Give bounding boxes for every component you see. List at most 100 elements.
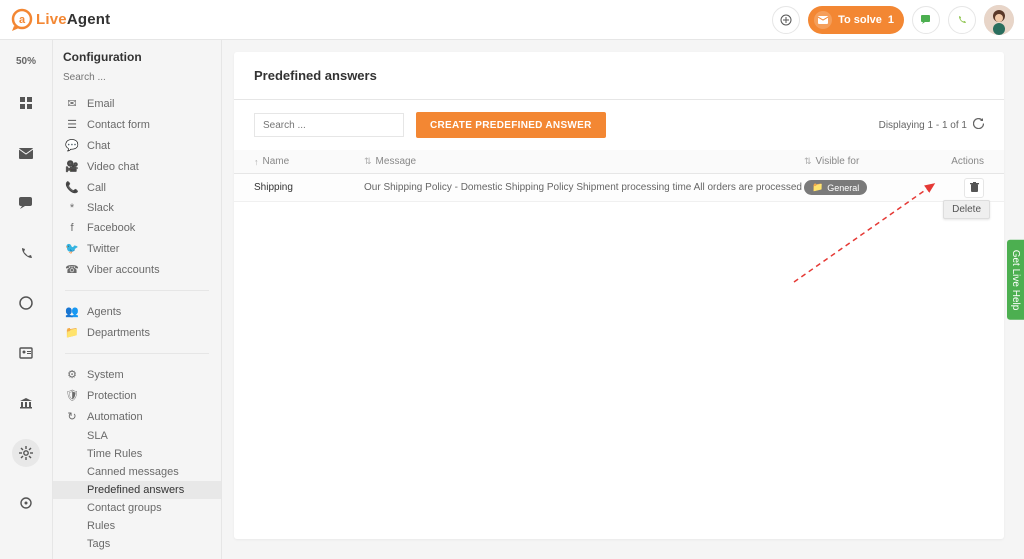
cfg-item-twitter[interactable]: 🐦 Twitter xyxy=(53,238,221,259)
user-avatar[interactable] xyxy=(984,5,1014,35)
create-button[interactable]: CREATE PREDEFINED ANSWER xyxy=(416,112,606,138)
chat-icon xyxy=(921,15,931,25)
contact-icon xyxy=(19,347,33,359)
rail-calls[interactable] xyxy=(12,239,40,267)
cfg-item-label: Email xyxy=(87,98,115,110)
config-scroll[interactable]: ✉ Email ☰ Contact form 💬Chat 🎥 Video chat 📞 Call… xyxy=(53,93,221,559)
cell-name: Shipping xyxy=(254,182,364,193)
cfg-item-chat[interactable]: 💬Chat xyxy=(53,135,221,156)
folder-icon: 📁 xyxy=(812,182,823,193)
col-name[interactable]: ↑Name xyxy=(254,156,364,167)
toolbar: CREATE PREDEFINED ANSWER Displaying 1 - … xyxy=(234,100,1004,150)
bank-icon xyxy=(19,397,33,409)
cfg-item-label: Video chat xyxy=(87,161,139,173)
cfg-item-automation[interactable]: ↻ Automation xyxy=(53,406,221,427)
config-panel: Configuration ✉Email☰Contact form💬Chat🎥V… xyxy=(52,40,222,559)
delete-tooltip: Delete xyxy=(943,200,990,219)
dept-icon: 📁 xyxy=(65,326,79,339)
call-status-button[interactable] xyxy=(948,6,976,34)
phone-icon xyxy=(957,15,967,25)
cfg-item-slack[interactable]: *Slack xyxy=(53,198,221,218)
cfg-item-protection[interactable]: 🛡Protection xyxy=(53,385,221,406)
cfg-sub-canned-messages[interactable]: Canned messages xyxy=(53,463,221,481)
paging-text: Displaying 1 - 1 of 1 xyxy=(879,120,967,131)
delete-button[interactable] xyxy=(964,178,984,198)
trash-icon xyxy=(970,182,979,193)
rail-extensions[interactable] xyxy=(12,489,40,517)
cfg-sub-predefined-answers[interactable]: Predefined answers xyxy=(53,481,221,499)
cfg-item-label: System xyxy=(87,369,124,381)
main-area: Predefined answers CREATE PREDEFINED ANS… xyxy=(222,40,1016,551)
cfg-item-system[interactable]: ⚙ System xyxy=(53,364,221,385)
cfg-item-contact-form[interactable]: ☰ Contact form xyxy=(53,114,221,135)
col-visible[interactable]: ⇅Visible for xyxy=(804,156,924,167)
cfg-item-label: Call xyxy=(87,182,106,194)
rail-configuration[interactable] xyxy=(12,439,40,467)
rail-dashboard[interactable] xyxy=(12,89,40,117)
rail-chats[interactable] xyxy=(12,189,40,217)
cfg-item-label: Twitter xyxy=(87,243,119,255)
cfg-sub-contact-groups[interactable]: Contact groups xyxy=(53,499,221,517)
cfg-sub-time-rules[interactable]: Time Rules xyxy=(53,445,221,463)
col-actions: Actions xyxy=(924,156,984,167)
cfg-item-label: Departments xyxy=(87,327,150,339)
gear-icon: ⚙ xyxy=(65,368,79,381)
search-input[interactable] xyxy=(254,113,404,137)
agents-icon: 👥 xyxy=(65,305,79,318)
cfg-item-email[interactable]: ✉ Email xyxy=(53,93,221,114)
refresh-icon[interactable] xyxy=(973,118,984,132)
rail-kb[interactable] xyxy=(12,389,40,417)
plus-circle-icon xyxy=(780,14,792,26)
left-rail: 50% xyxy=(0,40,52,559)
cell-actions xyxy=(924,178,984,198)
logo[interactable]: a LiveAgent xyxy=(10,8,110,32)
mail-icon: ✉ xyxy=(65,97,79,110)
cfg-item-video-chat[interactable]: 🎥 Video chat xyxy=(53,156,221,177)
cfg-sub-tags[interactable]: Tags xyxy=(53,535,221,553)
cfg-sub-sla[interactable]: SLA xyxy=(53,427,221,445)
cfg-item-label: Protection xyxy=(87,390,137,402)
rail-reports[interactable] xyxy=(12,289,40,317)
cfg-item-facebook[interactable]: fFacebook xyxy=(53,218,221,238)
logo-text: LiveAgent xyxy=(36,11,110,28)
cfg-item-label: Contact form xyxy=(87,119,150,131)
cfg-item-label: Automation xyxy=(87,411,143,423)
rail-tickets[interactable] xyxy=(12,139,40,167)
call-icon: 📞 xyxy=(65,181,79,194)
cfg-item-label: Agents xyxy=(87,306,121,318)
cfg-item-agents[interactable]: 👥 Agents xyxy=(53,301,221,322)
envelope-icon xyxy=(814,11,832,29)
config-search-input[interactable] xyxy=(63,68,211,87)
cfg-item-departments[interactable]: 📁 Departments xyxy=(53,322,221,343)
circle-icon xyxy=(19,296,33,310)
tw-icon: 🐦 xyxy=(65,242,79,255)
paging: Displaying 1 - 1 of 1 xyxy=(879,118,984,132)
setup-percent[interactable]: 50% xyxy=(16,56,36,67)
auto-icon: ↻ xyxy=(65,410,79,423)
add-button[interactable] xyxy=(772,6,800,34)
to-solve-button[interactable]: To solve 1 xyxy=(808,6,904,34)
to-solve-label: To solve xyxy=(838,14,882,26)
to-solve-count: 1 xyxy=(888,14,894,26)
help-tab[interactable]: Get Live Help xyxy=(1007,239,1024,320)
form-icon: ☰ xyxy=(65,118,79,131)
circle-dot-icon xyxy=(20,497,32,509)
cell-message: Our Shipping Policy - Domestic Shipping … xyxy=(364,182,804,193)
cfg-item-call[interactable]: 📞 Call xyxy=(53,177,221,198)
envelope-icon xyxy=(19,148,33,159)
col-message[interactable]: ⇅Message xyxy=(364,156,804,167)
cfg-sub-rules[interactable]: Rules xyxy=(53,517,221,535)
table-row[interactable]: Shipping Our Shipping Policy - Domestic … xyxy=(234,174,1004,202)
fb-icon: f xyxy=(65,222,79,234)
cell-visible: 📁General xyxy=(804,180,924,195)
video-icon: 🎥 xyxy=(65,160,79,173)
gear-icon xyxy=(19,446,33,460)
cfg-item-viber-accounts[interactable]: ☎Viber accounts xyxy=(53,259,221,280)
svg-text:a: a xyxy=(19,14,26,26)
cfg-item-label: Slack xyxy=(87,202,114,214)
rail-customers[interactable] xyxy=(12,339,40,367)
content-card: Predefined answers CREATE PREDEFINED ANS… xyxy=(234,52,1004,539)
cfg-item-label: Chat xyxy=(87,140,110,152)
chat-status-button[interactable] xyxy=(912,6,940,34)
phone-icon xyxy=(20,247,33,260)
